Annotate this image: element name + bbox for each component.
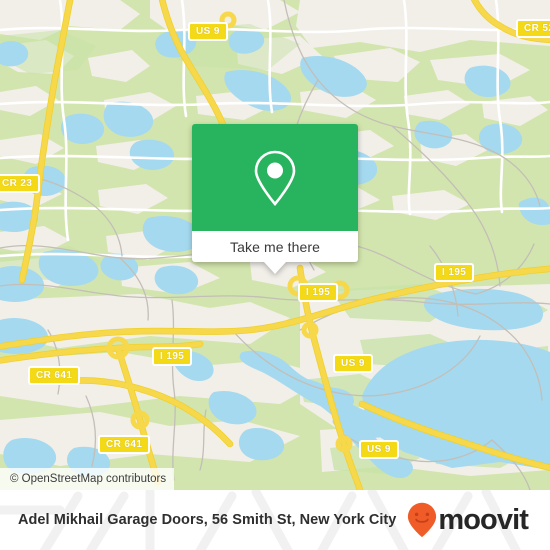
callout-header [192,124,358,231]
footer-content: Adel Mikhail Garage Doors, 56 Smith St, … [0,490,550,550]
moovit-pin-smiley-icon [408,502,437,538]
moovit-logo[interactable]: moovit [407,502,529,538]
road-shield: CR 23 [0,174,41,193]
map-canvas[interactable]: .wtr { fill: #a5d9ef; } .dev { fill: #f2… [0,0,550,490]
road-shield: CR 641 [98,435,151,454]
place-title: Adel Mikhail Garage Doors, 56 Smith St, … [18,511,397,528]
road-shield: I 195 [434,263,475,282]
attribution-text: © OpenStreetMap contributors [10,473,167,485]
road-shield: CR 52 [516,19,550,38]
location-callout-card[interactable]: Take me there [192,124,358,274]
callout-pointer [264,262,286,274]
footer-bar: Adel Mikhail Garage Doors, 56 Smith St, … [0,490,550,550]
moovit-wordmark: moovit [438,503,529,536]
road-shield: US 9 [188,22,228,41]
osm-attribution[interactable]: © OpenStreetMap contributors [0,468,175,490]
road-shield: US 9 [333,354,373,373]
map-screenshot: .wtr { fill: #a5d9ef; } .dev { fill: #f2… [0,0,550,550]
road-shield: I 195 [298,283,339,302]
road-shield: US 9 [359,440,399,459]
callout-footer[interactable]: Take me there [192,231,358,274]
road-shield: I 195 [152,347,193,366]
take-me-there-button[interactable]: Take me there [230,239,320,255]
map-pin-icon [254,150,296,206]
road-shield: CR 641 [28,366,81,385]
